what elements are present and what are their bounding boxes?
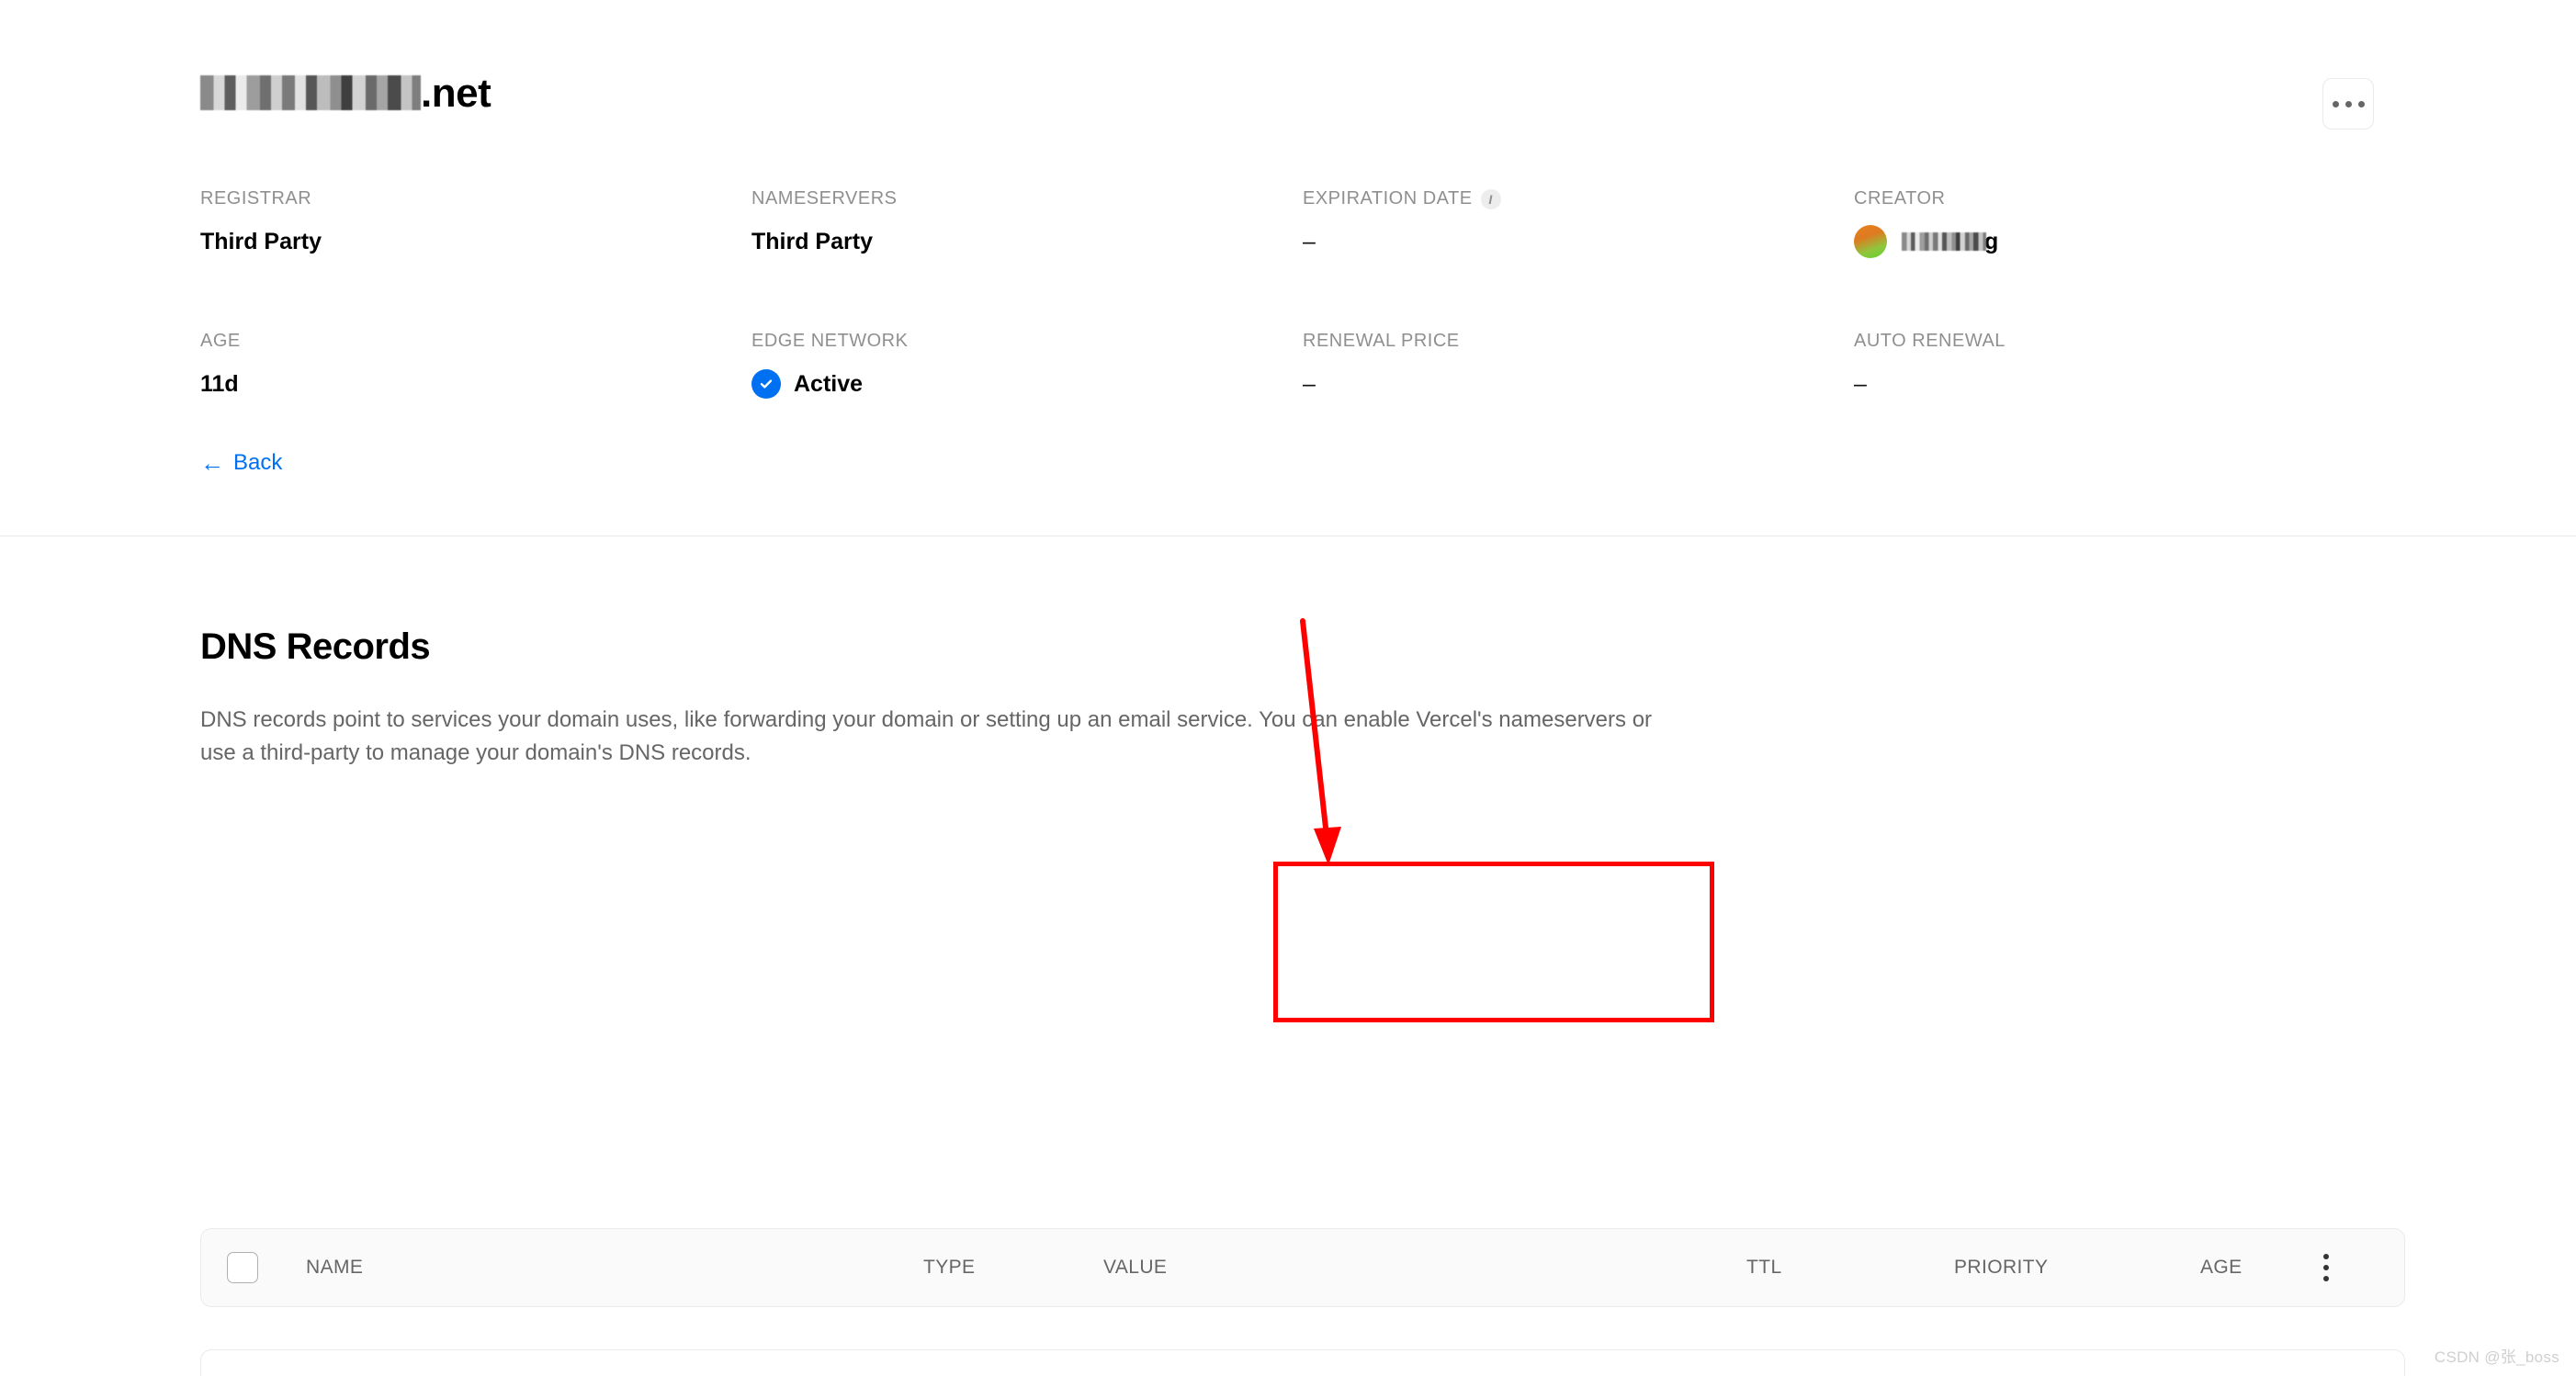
menu-dot (2323, 1254, 2329, 1259)
meta-label: RENEWAL PRICE (1303, 331, 1854, 352)
domain-detail-page: .net REGISTRAR Third Party NAMESERVERS T… (0, 0, 2576, 1376)
column-header-priority[interactable]: PRIORITY (1954, 1257, 2200, 1279)
domain-options-button[interactable] (2322, 78, 2374, 130)
redacted-domain-name (200, 75, 421, 110)
meta-label: CREATOR (1854, 188, 2405, 209)
column-header-type[interactable]: TYPE (923, 1257, 1103, 1279)
meta-expiration-date: EXPIRATION DATE i – (1303, 188, 1854, 259)
avatar (1854, 225, 1887, 258)
meta-edge-network: EDGE NETWORK Active (751, 331, 1303, 401)
meta-age: AGE 11d (200, 331, 751, 401)
column-header-ttl[interactable]: TTL (1746, 1257, 1954, 1279)
watermark: CSDN @张_boss (2435, 1344, 2559, 1367)
meta-renewal-price: RENEWAL PRICE – (1303, 331, 1854, 401)
column-header-name[interactable]: NAME (306, 1257, 923, 1279)
arrow-left-icon: ← (200, 451, 224, 475)
page-title: .net (200, 72, 491, 116)
meta-label: EXPIRATION DATE i (1303, 188, 1854, 209)
meta-label: AGE (200, 331, 751, 352)
dns-records-heading: DNS Records (200, 626, 430, 668)
meta-value: – (1854, 367, 2405, 401)
menu-dot (2323, 1276, 2329, 1281)
meta-registrar: REGISTRAR Third Party (200, 188, 751, 259)
meta-creator: CREATOR g (1854, 188, 2405, 259)
meta-value: 11d (200, 367, 751, 401)
meta-value: g (1854, 224, 2405, 259)
domain-overview-section: .net REGISTRAR Third Party NAMESERVERS T… (0, 0, 2576, 536)
meta-auto-renewal: AUTO RENEWAL – (1854, 331, 2405, 401)
kebab-dot (2358, 101, 2365, 107)
kebab-dot (2345, 101, 2352, 107)
meta-label: EDGE NETWORK (751, 331, 1303, 352)
creator-name-tail: g (1984, 229, 1998, 255)
meta-label: NAMESERVERS (751, 188, 1303, 209)
meta-value: Active (751, 367, 1303, 401)
table-options-menu-button[interactable] (2310, 1254, 2342, 1281)
add-dns-record-form: Name subdomain Type A Value 76. (201, 1350, 2404, 1376)
add-dns-record-card: Name subdomain Type A Value 76. (200, 1349, 2405, 1376)
meta-value: Third Party (751, 224, 1303, 259)
column-header-value[interactable]: VALUE (1103, 1257, 1746, 1279)
meta-label: REGISTRAR (200, 188, 751, 209)
menu-dot (2323, 1265, 2329, 1270)
domain-tld: .net (421, 72, 491, 116)
back-link-label: Back (233, 450, 282, 476)
meta-value: Third Party (200, 224, 751, 259)
dns-records-description: DNS records point to services your domai… (200, 704, 1689, 771)
info-icon[interactable]: i (1481, 189, 1501, 209)
check-circle-icon (751, 369, 781, 399)
meta-row: AGE 11d EDGE NETWORK Active RENEWAL PRIC… (200, 331, 2405, 401)
domain-meta-grid: REGISTRAR Third Party NAMESERVERS Third … (200, 188, 2405, 401)
meta-value: – (1303, 224, 1854, 259)
column-header-age[interactable]: AGE (2200, 1257, 2310, 1279)
meta-row: REGISTRAR Third Party NAMESERVERS Third … (200, 188, 2405, 259)
dns-records-table-header: NAME TYPE VALUE TTL PRIORITY AGE (200, 1228, 2405, 1307)
annotation-highlight-box (1273, 862, 1714, 1022)
redacted-creator-name (1902, 232, 1986, 251)
status-badge: Active (794, 371, 863, 398)
meta-value: – (1303, 367, 1854, 401)
meta-nameservers: NAMESERVERS Third Party (751, 188, 1303, 259)
select-all-checkbox[interactable] (227, 1252, 258, 1283)
back-link[interactable]: ← Back (200, 450, 282, 476)
kebab-dot (2333, 101, 2339, 107)
meta-label: AUTO RENEWAL (1854, 331, 2405, 352)
meta-label-text: EXPIRATION DATE (1303, 188, 1473, 209)
